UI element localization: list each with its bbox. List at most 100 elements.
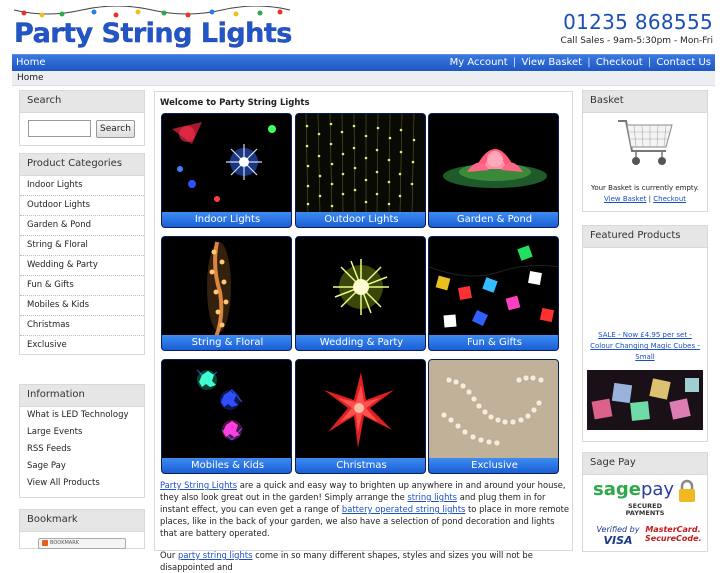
search-input[interactable] [28, 120, 91, 137]
info-sage-pay-link[interactable]: Sage Pay [20, 458, 144, 475]
securecode-label: SecureCode. [645, 534, 702, 543]
verified-by-label: Verified by [596, 525, 640, 534]
bookmark-button[interactable]: BOOKMARK [38, 538, 126, 549]
sagepay-box: Sage Pay sagepay SECURED PAYMENTS Verifi… [582, 452, 708, 552]
category-indoor-lights[interactable]: Indoor Lights [20, 176, 144, 196]
search-box: Search Search [19, 90, 145, 146]
search-box-title: Search [20, 91, 144, 113]
mobiles-kids-image [162, 360, 291, 460]
nav-checkout-link[interactable]: Checkout [596, 57, 643, 68]
magic-cubes-image[interactable] [587, 370, 703, 430]
category-string-floral[interactable]: String & Floral [20, 236, 144, 256]
tile-string-floral[interactable]: String & Floral [161, 236, 292, 351]
logo-text: Party String Lights [14, 18, 293, 49]
welcome-heading: Welcome to Party String Lights [160, 98, 310, 108]
information-box: Information What is LED Technology Large… [19, 384, 145, 498]
tile-label: Indoor Lights [162, 212, 291, 227]
tile-outdoor-lights[interactable]: Outdoor Lights [295, 113, 426, 228]
intro-paragraph-1: Party String Lights are a quick and easy… [160, 479, 570, 539]
categories-box: Product Categories Indoor Lights Outdoor… [19, 153, 145, 355]
nav-view-basket-link[interactable]: View Basket [521, 57, 582, 68]
wedding-party-image [296, 237, 425, 337]
nav-right-links: My Account | View Basket | Checkout | Co… [450, 57, 711, 68]
outdoor-lights-image [296, 114, 425, 214]
exclusive-image [429, 360, 558, 460]
intro-paragraph-2: Our party string lights come in so many … [160, 549, 570, 573]
christmas-image [296, 360, 425, 460]
padlock-icon [679, 479, 695, 502]
tile-label: Christmas [296, 458, 425, 473]
category-mobiles-kids[interactable]: Mobiles & Kids [20, 296, 144, 316]
visa-label: VISA [603, 534, 633, 547]
verified-by-visa-logo[interactable]: Verified by VISA [593, 525, 643, 547]
intro-link-battery-lights[interactable]: battery operated string lights [342, 504, 465, 514]
breadcrumb: Home [12, 71, 715, 86]
info-large-events-link[interactable]: Large Events [20, 424, 144, 441]
tile-exclusive[interactable]: Exclusive [428, 359, 559, 474]
bookmark-label: BOOKMARK [50, 540, 79, 546]
info-view-all-products-link[interactable]: View All Products [20, 475, 144, 492]
basket-link-separator: | [648, 195, 652, 203]
bookmark-title: Bookmark [20, 510, 144, 532]
tile-garden-pond[interactable]: Garden & Pond [428, 113, 559, 228]
tile-label: Garden & Pond [429, 212, 558, 227]
tile-label: Exclusive [429, 458, 558, 473]
categories-title: Product Categories [20, 154, 144, 176]
mastercard-securecode-logo[interactable]: MasterCard. SecureCode. [645, 525, 702, 543]
breadcrumb-home[interactable]: Home [17, 73, 44, 83]
secured-payments-label: SECURED PAYMENTS [625, 502, 665, 517]
tile-mobiles-kids[interactable]: Mobiles & Kids [161, 359, 292, 474]
category-fun-gifts[interactable]: Fun & Gifts [20, 276, 144, 296]
intro-link-string-lights[interactable]: string lights [407, 492, 457, 502]
fun-gifts-image [429, 237, 558, 337]
category-garden-pond[interactable]: Garden & Pond [20, 216, 144, 236]
sagepay-logo-sage: sage [593, 479, 641, 500]
basket-title: Basket [583, 91, 707, 113]
sales-hours: Call Sales - 9am-5:30pm - Mon-Fri [560, 36, 713, 46]
nav-separator: | [512, 57, 517, 68]
tile-indoor-lights[interactable]: Indoor Lights [161, 113, 292, 228]
indoor-lights-image [162, 114, 291, 214]
nav-separator: | [587, 57, 591, 68]
intro-text-segment: Our [160, 550, 179, 560]
nav-my-account-link[interactable]: My Account [450, 57, 508, 68]
nav-separator: | [647, 57, 652, 68]
main-nav: Home My Account | View Basket | Checkout… [12, 54, 715, 71]
featured-title: Featured Products [583, 226, 707, 248]
shopping-cart-icon [618, 120, 673, 165]
category-wedding-party[interactable]: Wedding & Party [20, 256, 144, 276]
category-outdoor-lights[interactable]: Outdoor Lights [20, 196, 144, 216]
sagepay-logo-pay: pay [640, 479, 675, 500]
site-header: Party String Lights 01235 868555 Call Sa… [0, 0, 727, 54]
information-title: Information [20, 385, 144, 407]
checkout-link[interactable]: Checkout [653, 195, 686, 203]
intro-link-party-string-lights-2[interactable]: party string lights [178, 550, 252, 560]
tile-christmas[interactable]: Christmas [295, 359, 426, 474]
phone-number: 01235 868555 [563, 10, 713, 34]
nav-contact-us-link[interactable]: Contact Us [656, 57, 711, 68]
bookmark-box: Bookmark BOOKMARK [19, 509, 145, 549]
intro-link-party-string-lights[interactable]: Party String Lights [160, 480, 237, 490]
intro-text: Party String Lights are a quick and easy… [160, 479, 570, 573]
search-button[interactable]: Search [96, 120, 135, 138]
basket-links: View Basket | Checkout [583, 195, 707, 203]
featured-product-link[interactable]: SALE - Now £4.95 per set - Colour Changi… [589, 330, 701, 363]
tile-label: Wedding & Party [296, 335, 425, 350]
view-basket-link[interactable]: View Basket [604, 195, 646, 203]
nav-home-link[interactable]: Home [16, 57, 46, 68]
tile-label: String & Floral [162, 335, 291, 350]
tile-label: Fun & Gifts [429, 335, 558, 350]
garden-pond-image [429, 114, 558, 214]
info-led-technology-link[interactable]: What is LED Technology [20, 407, 144, 424]
category-exclusive[interactable]: Exclusive [20, 336, 144, 356]
tile-fun-gifts[interactable]: Fun & Gifts [428, 236, 559, 351]
basket-status: Your Basket is currently empty. [590, 184, 700, 192]
category-christmas[interactable]: Christmas [20, 316, 144, 336]
info-rss-feeds-link[interactable]: RSS Feeds [20, 441, 144, 458]
main-content: Welcome to Party String Lights Indoor Li… [154, 91, 573, 572]
tile-label: Mobiles & Kids [162, 458, 291, 473]
featured-products-box: Featured Products SALE - Now £4.95 per s… [582, 225, 708, 442]
string-floral-image [162, 237, 291, 337]
tile-wedding-party[interactable]: Wedding & Party [295, 236, 426, 351]
sagepay-logo[interactable]: sagepay SECURED PAYMENTS [593, 479, 703, 519]
